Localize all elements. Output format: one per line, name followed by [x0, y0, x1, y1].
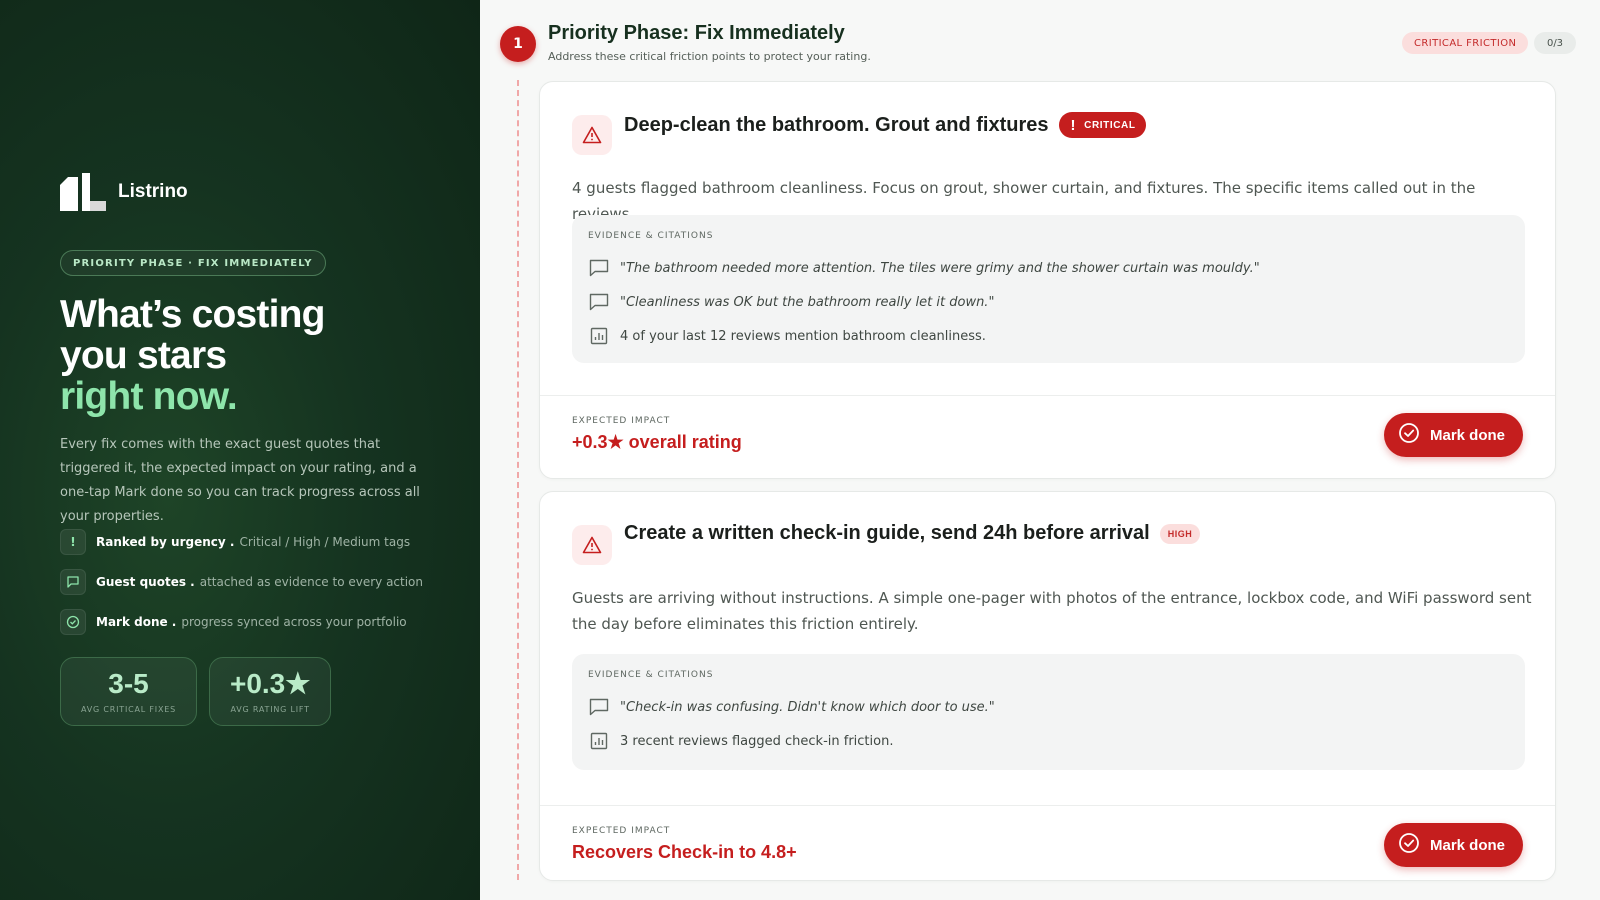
- card-footer: EXPECTED IMPACT +0.3★ overall rating Mar…: [540, 395, 1555, 478]
- card-description: Guests are arriving without instructions…: [572, 589, 1532, 633]
- warning-icon: [572, 525, 612, 565]
- evidence-item: "Check-in was confusing. Didn't know whi…: [588, 690, 1509, 724]
- chat-icon: [60, 569, 86, 595]
- badge-label: CRITICAL: [1084, 119, 1136, 131]
- feature-desc: progress synced across your portfolio: [181, 615, 407, 629]
- headline-line-1: What’s costing: [60, 293, 326, 336]
- chat-icon: [588, 698, 610, 716]
- bar-chart-icon: [588, 327, 610, 345]
- brand-name: Listrino: [118, 181, 188, 202]
- high-badge: HIGH: [1159, 523, 1201, 544]
- brand[interactable]: Listrino: [60, 173, 188, 211]
- feature-list: ! Ranked by urgency . Critical / High / …: [60, 529, 423, 649]
- evidence-item: 3 recent reviews flagged check-in fricti…: [588, 724, 1509, 758]
- action-card: Create a written check-in guide, send 24…: [539, 491, 1556, 881]
- chat-icon: [588, 259, 610, 277]
- phase-number: 1: [500, 26, 536, 62]
- stat-label: AVG RATING LIFT: [230, 705, 310, 714]
- card-title: Deep-clean the bathroom. Grout and fixtu…: [624, 113, 1049, 136]
- feature-item: Guest quotes . attached as evidence to e…: [60, 569, 423, 595]
- feature-item: ! Ranked by urgency . Critical / High / …: [60, 529, 423, 555]
- critical-badge: ! CRITICAL: [1058, 112, 1146, 138]
- stats-row: 3-5 AVG CRITICAL FIXES +0.3★ AVG RATING …: [60, 657, 332, 726]
- feature-desc: Critical / High / Medium tags: [239, 535, 411, 549]
- bar-chart-icon: [588, 732, 610, 750]
- evidence-item: "Cleanliness was OK but the bathroom rea…: [588, 285, 1509, 319]
- mark-done-label: Mark done: [1429, 426, 1505, 444]
- feature-title: Mark done .: [96, 615, 177, 629]
- feature-title: Guest quotes .: [96, 575, 195, 589]
- evidence-heading: EVIDENCE & CITATIONS: [588, 670, 714, 680]
- phase-title: Priority Phase: Fix Immediately: [548, 22, 845, 44]
- stat-rating-lift: +0.3★ AVG RATING LIFT: [208, 657, 332, 726]
- stat-value: +0.3★: [229, 668, 311, 699]
- critical-friction-tag: CRITICAL FRICTION: [1402, 32, 1529, 54]
- evidence-text: "The bathroom needed more attention. The…: [620, 260, 1260, 276]
- stat-value: 3-5: [108, 668, 149, 699]
- card-title-row: Create a written check-in guide, send 24…: [624, 522, 1201, 545]
- check-circle-icon: [1398, 422, 1420, 448]
- evidence-item: "The bathroom needed more attention. The…: [588, 251, 1509, 285]
- mark-done-label: Mark done: [1429, 836, 1505, 854]
- phase-subtitle: Address these critical friction points t…: [548, 50, 871, 63]
- exclamation-icon: !: [1070, 116, 1077, 134]
- feature-desc: attached as evidence to every action: [199, 575, 424, 589]
- card-title-row: Deep-clean the bathroom. Grout and fixtu…: [624, 112, 1146, 138]
- check-circle-icon: [1398, 832, 1420, 858]
- hero-headline: What’s costing you stars right now.: [60, 293, 326, 418]
- feature-title: Ranked by urgency .: [96, 535, 235, 549]
- stat-critical-fixes: 3-5 AVG CRITICAL FIXES: [60, 657, 197, 726]
- impact-label: EXPECTED IMPACT: [572, 416, 671, 426]
- card-footer: EXPECTED IMPACT Recovers Check-in to 4.8…: [540, 805, 1555, 880]
- impact-value: +0.3★ overall rating: [572, 432, 742, 452]
- evidence-text: "Cleanliness was OK but the bathroom rea…: [620, 294, 995, 310]
- mark-done-button[interactable]: Mark done: [1383, 823, 1523, 867]
- progress-count-badge: 0/3: [1534, 32, 1576, 54]
- chat-icon: [588, 293, 610, 311]
- headline-line-2: you stars: [60, 334, 227, 377]
- stat-label: AVG CRITICAL FIXES: [81, 705, 176, 714]
- evidence-text: "Check-in was confusing. Didn't know whi…: [620, 699, 995, 715]
- hero-lede: Every fix comes with the exact guest quo…: [60, 437, 420, 524]
- mark-done-button[interactable]: Mark done: [1383, 413, 1523, 457]
- impact-value: Recovers Check-in to 4.8+: [572, 842, 797, 862]
- exclamation-icon: !: [60, 529, 86, 555]
- evidence-box: EVIDENCE & CITATIONS "The bathroom neede…: [572, 215, 1525, 363]
- card-title: Create a written check-in guide, send 24…: [624, 522, 1150, 544]
- evidence-heading: EVIDENCE & CITATIONS: [588, 231, 714, 241]
- evidence-item: 4 of your last 12 reviews mention bathro…: [588, 319, 1509, 353]
- phase-pill: PRIORITY PHASE · FIX IMMEDIATELY: [60, 250, 326, 276]
- feature-item: Mark done . progress synced across your …: [60, 609, 423, 635]
- impact-label: EXPECTED IMPACT: [572, 826, 671, 836]
- hero-panel: Listrino PRIORITY PHASE · FIX IMMEDIATEL…: [0, 0, 480, 900]
- timeline-line: [517, 80, 519, 880]
- headline-highlight: right now.: [60, 375, 238, 418]
- action-card: Deep-clean the bathroom. Grout and fixtu…: [539, 81, 1556, 479]
- action-plan-panel: 1 Priority Phase: Fix Immediately Addres…: [480, 0, 1600, 900]
- evidence-text: 4 of your last 12 reviews mention bathro…: [620, 328, 986, 344]
- evidence-text: 3 recent reviews flagged check-in fricti…: [620, 733, 894, 749]
- evidence-box: EVIDENCE & CITATIONS "Check-in was confu…: [572, 654, 1525, 770]
- check-circle-icon: [60, 609, 86, 635]
- listrino-logo-icon: [60, 173, 106, 211]
- warning-icon: [572, 115, 612, 155]
